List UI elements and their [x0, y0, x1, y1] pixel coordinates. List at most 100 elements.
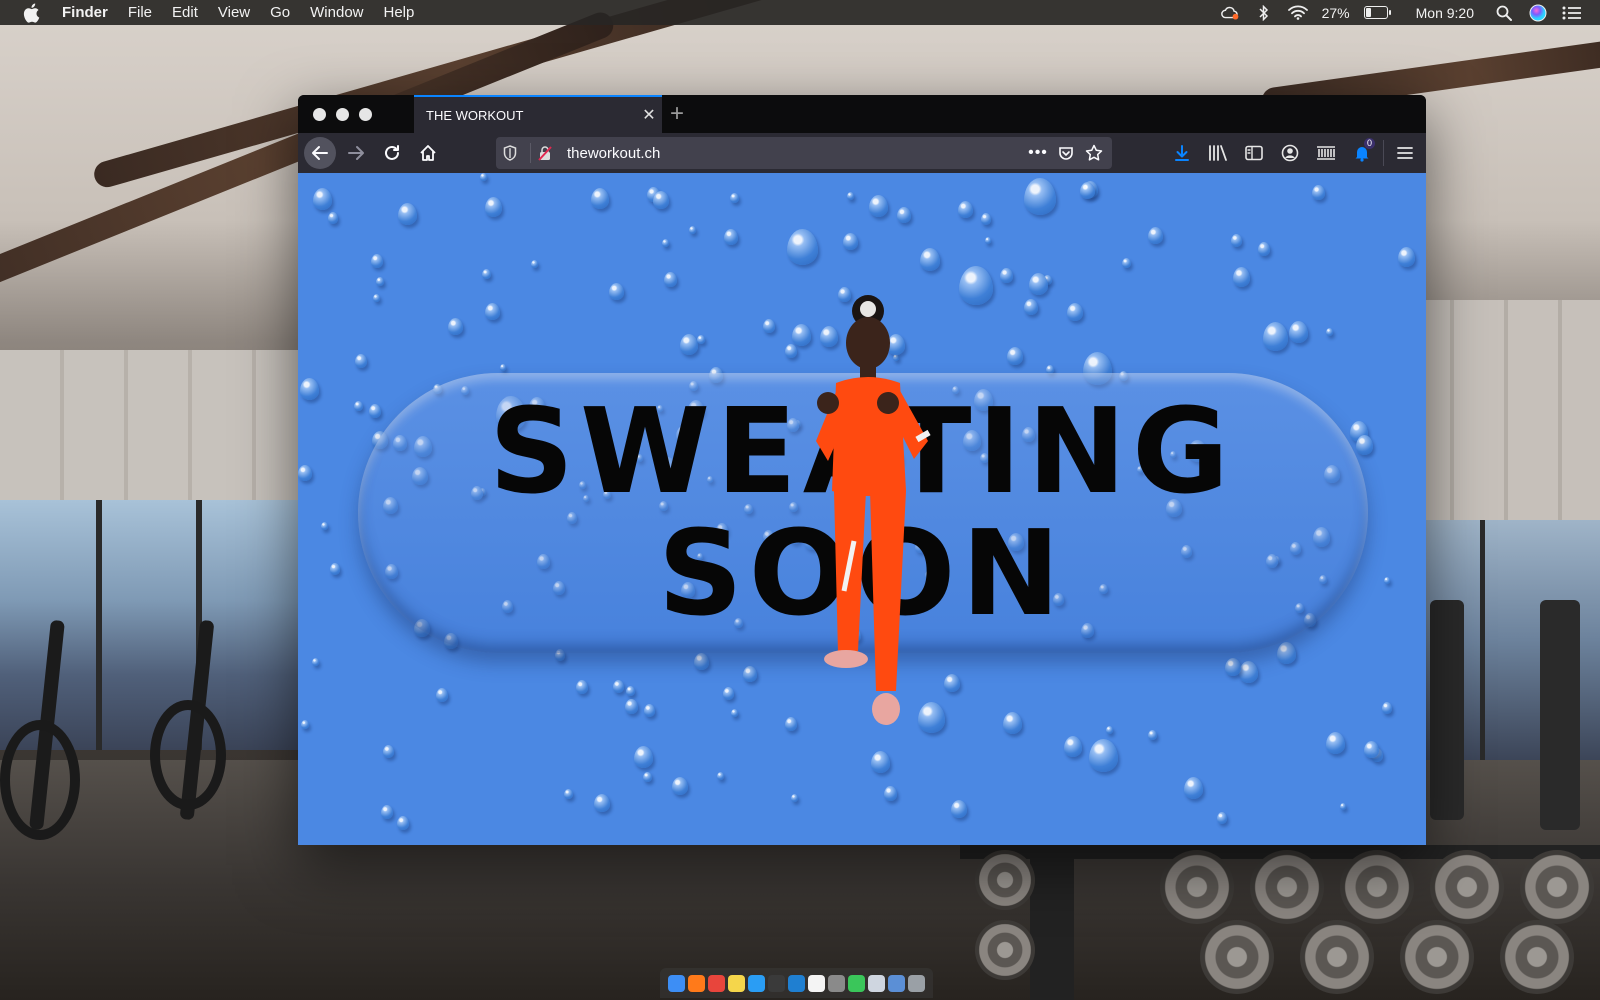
- extension-notification-icon[interactable]: 0: [1347, 137, 1377, 169]
- water-drop: [871, 751, 890, 773]
- menu-window[interactable]: Window: [300, 0, 373, 25]
- water-drop: [1106, 726, 1113, 734]
- water-drop: [313, 188, 332, 210]
- address-bar[interactable]: theworkout.ch •••: [496, 137, 1112, 169]
- water-drop: [697, 335, 705, 344]
- menu-edit[interactable]: Edit: [162, 0, 208, 25]
- water-drop: [1398, 247, 1415, 267]
- downloads-badge: 0: [1363, 138, 1375, 149]
- battery-percent[interactable]: 27%: [1322, 5, 1350, 21]
- water-drop: [1239, 661, 1258, 683]
- close-tab-icon[interactable]: ✕: [636, 105, 662, 125]
- water-drop: [643, 772, 652, 782]
- tab-the-workout[interactable]: THE WORKOUT ✕: [414, 95, 662, 133]
- water-drop: [328, 212, 338, 224]
- water-drop: [1382, 702, 1392, 714]
- menu-app-name[interactable]: Finder: [52, 0, 118, 25]
- water-drop: [448, 318, 463, 335]
- notes-icon[interactable]: [728, 974, 745, 992]
- barcode-extension-icon[interactable]: [1311, 137, 1341, 169]
- minimize-window-button[interactable]: [336, 108, 349, 121]
- water-drop: [694, 653, 709, 670]
- water-drop: [613, 680, 624, 693]
- water-drop: [591, 188, 609, 209]
- sidebar-icon[interactable]: [1239, 137, 1269, 169]
- water-drop: [1312, 185, 1325, 200]
- water-drop: [1024, 178, 1056, 215]
- water-drop: [1289, 321, 1308, 343]
- url-text[interactable]: theworkout.ch: [567, 145, 1024, 162]
- page-content: SWEATING SOON: [298, 173, 1426, 845]
- menu-view[interactable]: View: [208, 0, 260, 25]
- pocket-icon[interactable]: [1052, 139, 1080, 167]
- page-actions-icon[interactable]: •••: [1024, 139, 1052, 167]
- bluetooth-icon[interactable]: [1254, 4, 1274, 22]
- account-icon[interactable]: [1275, 137, 1305, 169]
- home-button[interactable]: [412, 137, 444, 169]
- window-controls: [313, 108, 372, 121]
- trash-icon[interactable]: [908, 974, 925, 992]
- safari-icon[interactable]: [748, 974, 765, 992]
- battery-icon[interactable]: [1363, 6, 1391, 19]
- water-drop: [689, 226, 696, 234]
- zoom-window-button[interactable]: [359, 108, 372, 121]
- forward-button[interactable]: [340, 137, 372, 169]
- apple-icon[interactable]: [22, 3, 40, 23]
- dumbbell: [1430, 850, 1504, 924]
- menu-clock[interactable]: Mon 9:20: [1416, 5, 1474, 21]
- dumbbell: [975, 850, 1035, 910]
- water-drop: [576, 680, 588, 694]
- water-drop: [644, 704, 655, 717]
- menu-go[interactable]: Go: [260, 0, 300, 25]
- back-button[interactable]: [304, 137, 336, 169]
- tracking-protection-shield-icon[interactable]: [496, 139, 524, 167]
- calendar-icon[interactable]: [808, 974, 825, 992]
- folder-icon[interactable]: [868, 974, 885, 992]
- dock: [660, 968, 933, 998]
- menu-help[interactable]: Help: [374, 0, 425, 25]
- water-drop: [731, 709, 738, 717]
- reload-button[interactable]: [376, 137, 408, 169]
- water-drop: [662, 239, 669, 247]
- hamburger-menu-icon[interactable]: [1390, 137, 1420, 169]
- terminal-icon[interactable]: [768, 974, 785, 992]
- siri-icon[interactable]: [1528, 4, 1548, 22]
- water-drop: [723, 687, 734, 700]
- creative-cloud-icon[interactable]: [1220, 4, 1240, 22]
- spotlight-icon[interactable]: [1494, 4, 1514, 22]
- menu-file[interactable]: File: [118, 0, 162, 25]
- water-drop: [791, 794, 798, 802]
- downloads-icon[interactable]: [1167, 137, 1197, 169]
- wifi-icon[interactable]: [1287, 4, 1308, 22]
- water-drop: [1000, 268, 1013, 283]
- water-drop: [1029, 273, 1048, 295]
- water-drop: [634, 746, 653, 768]
- water-drop: [371, 254, 383, 268]
- new-tab-icon[interactable]: +: [670, 102, 684, 126]
- close-window-button[interactable]: [313, 108, 326, 121]
- water-drop: [920, 248, 940, 271]
- water-drop: [1067, 303, 1083, 321]
- downloads-icon[interactable]: [888, 974, 905, 992]
- chrome-icon[interactable]: [708, 974, 725, 992]
- water-drop: [383, 745, 394, 758]
- water-drop: [485, 303, 500, 320]
- preview-icon[interactable]: [828, 974, 845, 992]
- messages-icon[interactable]: [848, 974, 865, 992]
- finder-icon[interactable]: [668, 974, 685, 992]
- water-drop: [1148, 227, 1163, 244]
- insecure-connection-icon[interactable]: [531, 139, 559, 167]
- bookmark-star-icon[interactable]: [1080, 139, 1108, 167]
- water-drop: [847, 192, 854, 200]
- water-drop: [301, 720, 309, 729]
- firefox-icon[interactable]: [688, 974, 705, 992]
- water-drop: [531, 260, 538, 268]
- notification-center-icon[interactable]: [1562, 4, 1582, 22]
- water-drop: [398, 203, 417, 225]
- water-drop: [787, 229, 818, 265]
- dumbbell: [1340, 850, 1414, 924]
- water-drop: [763, 319, 775, 333]
- library-icon[interactable]: [1203, 137, 1233, 169]
- water-drop: [625, 699, 638, 714]
- vscode-icon[interactable]: [788, 974, 805, 992]
